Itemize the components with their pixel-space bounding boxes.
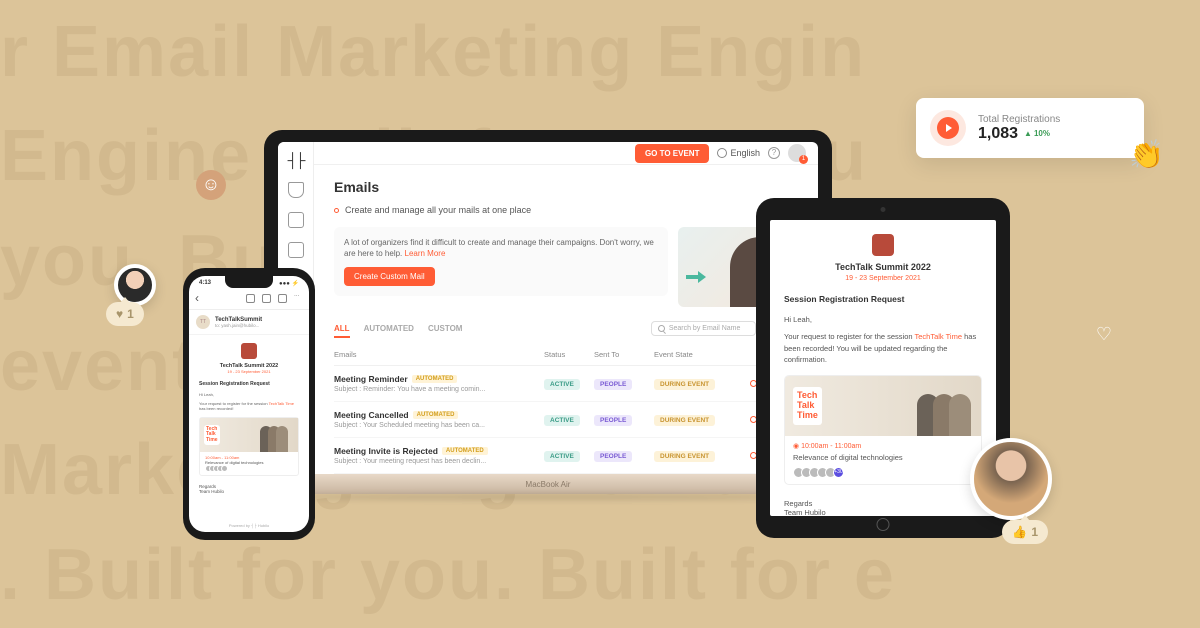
like-bubble: ♥ 1 [106,302,144,326]
learn-more-link[interactable]: Learn More [405,249,446,258]
doc-icon[interactable] [288,212,304,228]
session-topic: Relevance of digital technologies [793,453,973,462]
search-icon [658,325,665,332]
signoff: RegardsTeam Hubilo [199,484,299,494]
reg-value: 1,083 [978,125,1018,143]
archive-icon[interactable] [246,294,255,303]
tab-custom[interactable]: CUSTOM [428,324,463,333]
clap-emoji: 👏 [1129,138,1164,171]
create-custom-mail-button[interactable]: Create Custom Mail [344,267,435,286]
sender-row[interactable]: TT TechTalkSummitto: yash.jain@hubilo... [189,310,309,335]
back-button[interactable]: ‹ [195,291,199,305]
email-body: Hi Leah, Your request to register for th… [784,314,982,365]
session-card[interactable]: TechTalkTime 10:00am - 11:00am Relevance… [199,417,299,476]
more-icon[interactable]: ⋯ [294,294,303,303]
calendar-icon[interactable] [288,242,304,258]
go-to-event-button[interactable]: GO TO EVENT [635,144,710,163]
session-time: ◉ 10:00am - 11:00am [793,442,973,450]
email-body: Hi Leah, Your request to register for th… [199,392,299,412]
video-icon [930,110,966,146]
tab-automated[interactable]: AUTOMATED [364,324,414,333]
signoff: RegardsTeam Hubilo [784,499,982,516]
topbar: GO TO EVENT English ? [314,142,818,165]
session-card[interactable]: TechTalkTime ◉ 10:00am - 11:00am Relevan… [784,375,982,485]
page-subtitle: Create and manage all your mails at one … [334,205,798,215]
registrations-card: Total Registrations 1,083 10% [916,98,1144,158]
laptop-device: ┤├ GO TO EVENT English ? Emails Create a… [264,130,832,510]
home-icon[interactable] [288,182,304,198]
reg-delta: 10% [1024,129,1050,138]
globe-icon [717,148,727,158]
help-icon[interactable]: ? [768,147,780,159]
language-switcher[interactable]: English [717,148,760,158]
app-logo[interactable]: ┤├ [288,152,304,168]
table-row[interactable]: Meeting Reminder AUTOMATEDSubject : Remi… [334,366,798,402]
table-header: Emails Status Sent To Event State [334,344,798,366]
table-row[interactable]: Meeting Cancelled AUTOMATEDSubject : You… [334,402,798,438]
event-logo [241,343,257,359]
event-logo [872,234,894,256]
email-tabs: ALL AUTOMATED CUSTOM [334,324,462,333]
table-row[interactable]: Meeting Invite is Rejected AUTOMATEDSubj… [334,438,798,474]
mail-toolbar: ‹ ⋯ [189,289,309,310]
event-dates: 19 - 23 September 2021 [784,275,982,282]
event-title: TechTalk Summit 2022 [784,262,982,272]
session-badge: TechTalkTime [793,387,822,425]
tab-all[interactable]: ALL [334,324,350,333]
thumb-bubble: 👍 1 [1002,520,1048,544]
section-title: Session Registration Request [784,294,982,304]
mail-icon[interactable] [278,294,287,303]
powered-by: Powered by ┤├ Hubilo [189,523,309,528]
phone-device: 4:13●●● ⚡ ‹ ⋯ TT TechTalkSummitto: yash.… [183,268,315,540]
smiley-badge [196,170,226,200]
trash-icon[interactable] [262,294,271,303]
floating-avatar-2 [970,438,1052,520]
profile-avatar[interactable] [788,144,806,162]
promo-card: A lot of organizers find it difficult to… [334,227,668,296]
page-title: Emails [334,179,798,195]
heart-icon: ♡ [1096,324,1112,345]
search-input[interactable]: Search by Email Name [651,321,756,336]
reg-label: Total Registrations [978,114,1060,125]
home-button[interactable] [877,518,890,531]
attendee-avatars: +30 [793,467,973,478]
